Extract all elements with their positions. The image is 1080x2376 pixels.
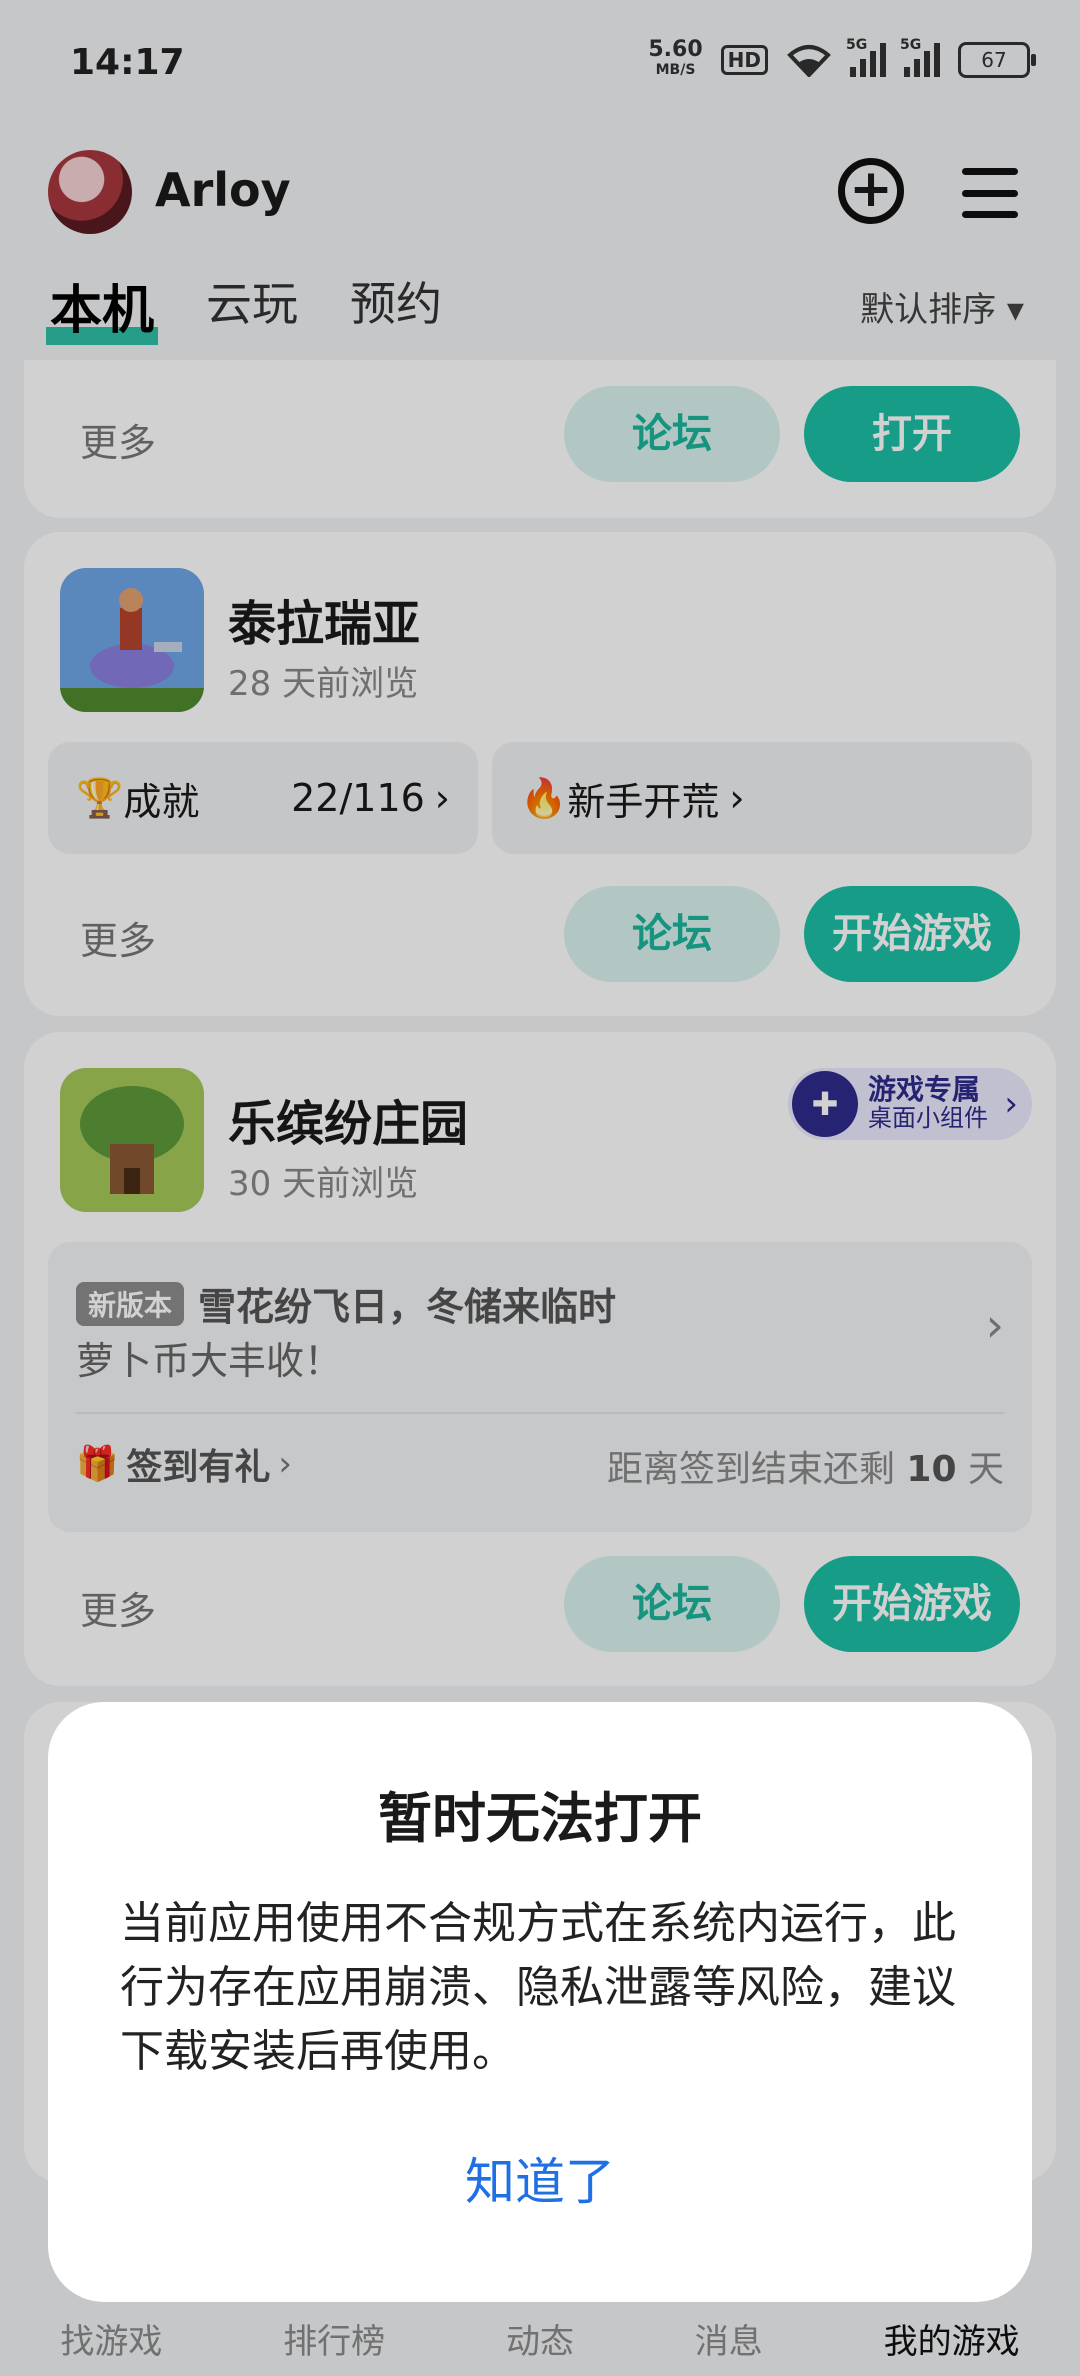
alert-dialog: 暂时无法打开 当前应用使用不合规方式在系统内运行，此行为存在应用崩溃、隐私泄露等… [48, 1702, 1032, 2302]
dialog-ok-button[interactable]: 知道了 [48, 2142, 1032, 2214]
dialog-title: 暂时无法打开 [378, 1787, 702, 1850]
dialog-message: 当前应用使用不合规方式在系统内运行，此行为存在应用崩溃、隐私泄露等风险，建议下载… [120, 1898, 956, 2077]
